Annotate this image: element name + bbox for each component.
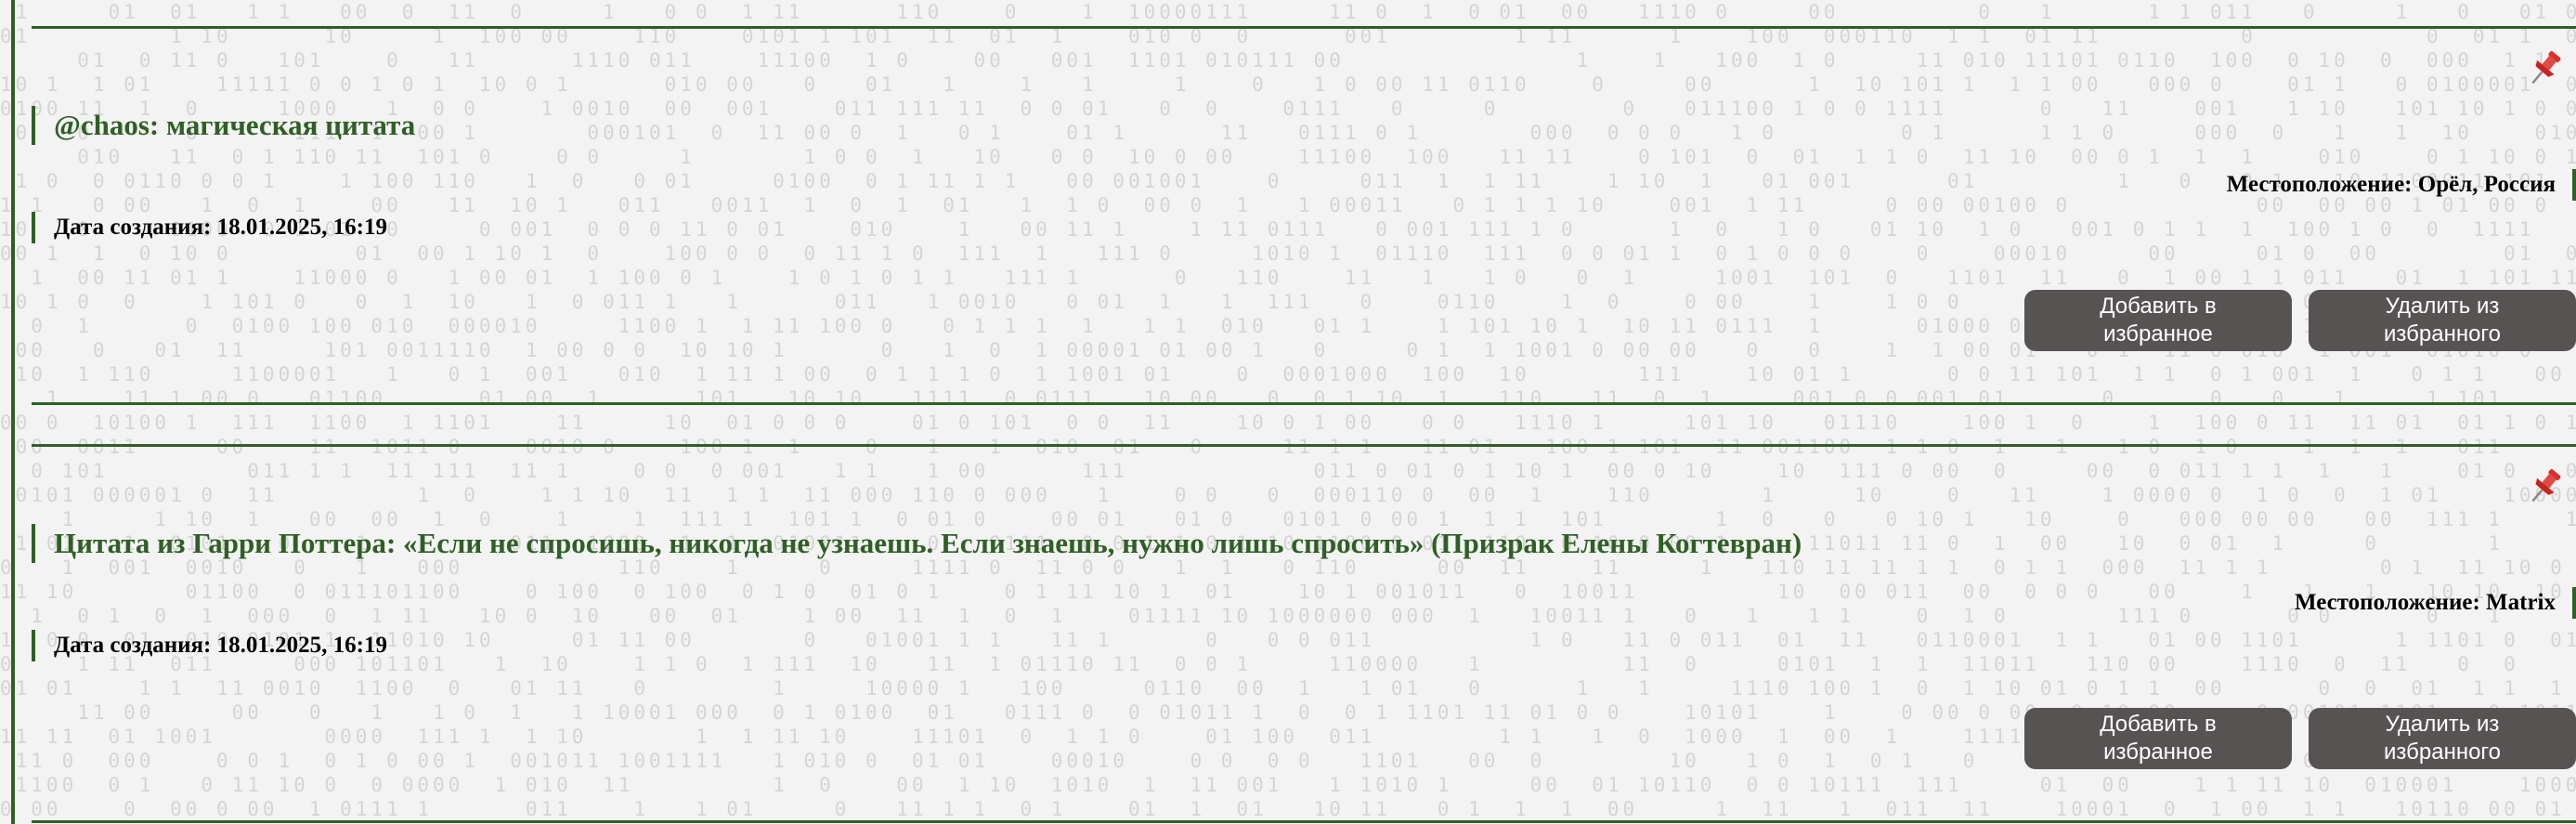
left-border bbox=[11, 0, 15, 824]
card-bottom-divider bbox=[32, 402, 2576, 405]
add-to-favorites-button[interactable]: Добавить в избранное bbox=[2024, 290, 2292, 351]
post-title: Цитата из Гарри Поттера: «Если не спроси… bbox=[32, 524, 1802, 563]
post-card: Цитата из Гарри Поттера: «Если не спроси… bbox=[32, 444, 2576, 823]
remove-from-favorites-button[interactable]: Удалить из избранного bbox=[2309, 290, 2576, 351]
card-top-divider bbox=[32, 444, 2576, 447]
post-title: @chaos: магическая цитата bbox=[32, 106, 415, 145]
card-top-divider bbox=[32, 26, 2576, 29]
post-card: @chaos: магическая цитата Местоположение… bbox=[32, 26, 2576, 405]
pushpin-icon[interactable] bbox=[2522, 46, 2567, 91]
post-date: Дата создания: 18.01.2025, 16:19 bbox=[32, 212, 387, 243]
post-date: Дата создания: 18.01.2025, 16:19 bbox=[32, 630, 387, 661]
post-location: Местоположение: Matrix bbox=[2295, 587, 2576, 619]
add-to-favorites-button[interactable]: Добавить в избранное bbox=[2024, 708, 2292, 769]
pushpin-icon[interactable] bbox=[2522, 464, 2567, 509]
post-location: Местоположение: Орёл, Россия bbox=[2227, 169, 2576, 201]
remove-from-favorites-button[interactable]: Удалить из избранного bbox=[2309, 708, 2576, 769]
card-bottom-divider bbox=[32, 820, 2576, 823]
